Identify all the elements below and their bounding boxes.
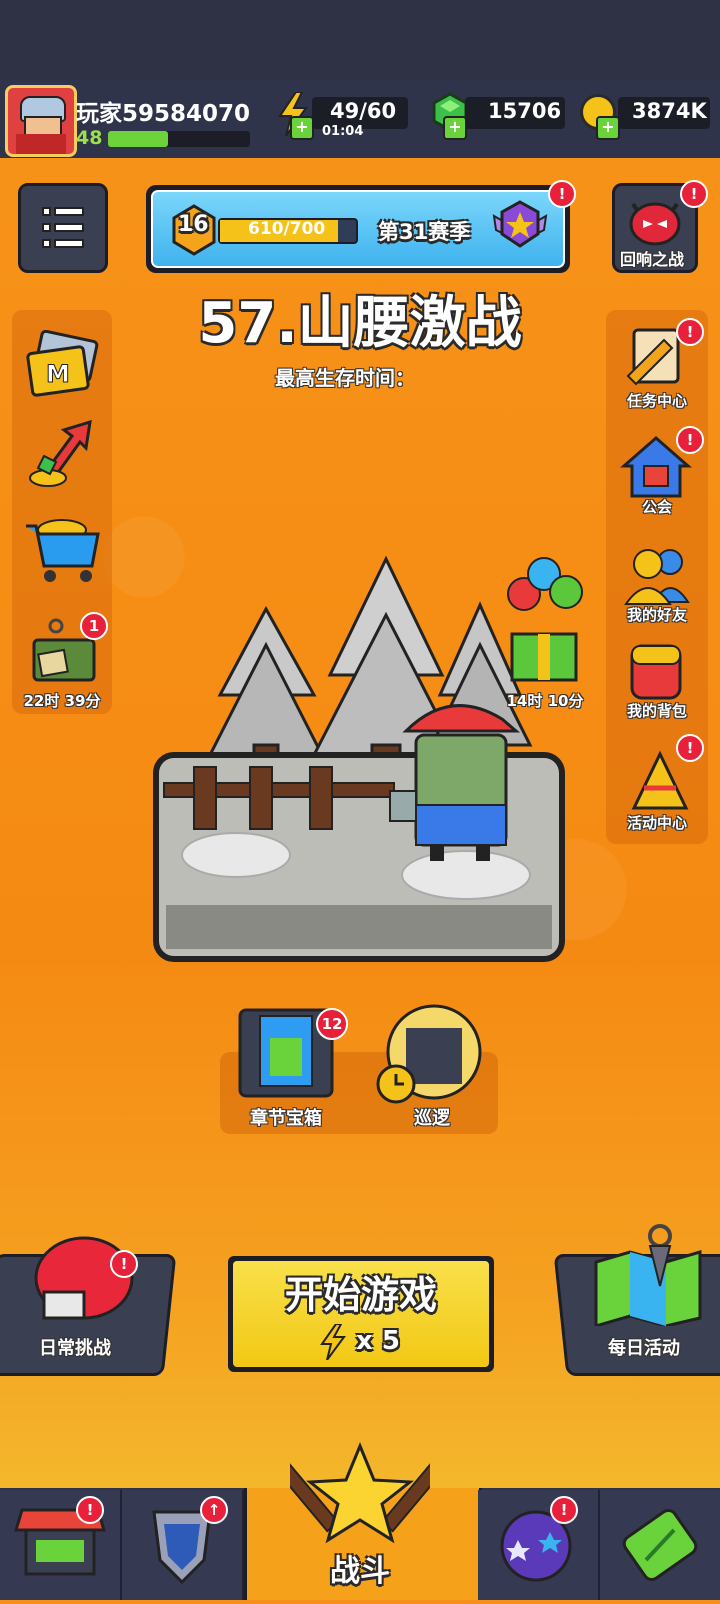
energy-value: 49/60 — [330, 99, 397, 123]
daily-event-label: 每日活动 — [608, 1338, 680, 1359]
player-name: 玩家59584070 — [76, 101, 251, 127]
nav-shop-badge: ! — [76, 1496, 104, 1524]
guild-badge: ! — [676, 426, 704, 454]
season-emblem-icon — [488, 196, 552, 260]
echo-battle-label: 回响之战 — [619, 250, 684, 269]
daily-challenge-badge: ! — [110, 1250, 138, 1278]
supply-crate-badge: 1 — [80, 612, 108, 640]
chapter-chest-label: 章节宝箱 — [250, 1108, 322, 1129]
player-level: 48 — [76, 127, 103, 149]
event-label: 活动中心 — [626, 814, 687, 832]
task-label: 任务中心 — [626, 392, 687, 410]
nav-battle-label: 战斗 — [330, 1554, 390, 1589]
coin-add-icon[interactable]: + — [596, 116, 620, 140]
balloon-gift-icon[interactable] — [502, 556, 588, 686]
nav-evolution[interactable] — [600, 1490, 720, 1600]
guild-label: 公会 — [641, 498, 672, 516]
coin-value: 3874K — [632, 99, 707, 123]
supply-crate-timer: 22时 39分 — [23, 692, 101, 710]
xp-bar — [108, 131, 250, 147]
energy-cost-icon — [320, 1323, 346, 1361]
growth-fund-icon[interactable] — [24, 416, 100, 492]
chapter-chest-badge: 12 — [316, 1008, 348, 1040]
map-icon — [590, 1222, 706, 1329]
nav-skills-badge: ! — [550, 1496, 578, 1524]
patrol-icon[interactable] — [376, 1004, 488, 1104]
daily-challenge-label: 日常挑战 — [39, 1338, 111, 1359]
season-progress-text: 610/700 — [248, 219, 326, 239]
season-label: 第31赛季 — [378, 220, 471, 244]
patrol-label: 巡逻 — [414, 1108, 450, 1129]
start-game-cost: x 5 — [356, 1326, 400, 1356]
nav-equipment-up-badge: ↑ — [200, 1496, 228, 1524]
svg-text:M: M — [46, 360, 70, 388]
friends-label: 我的好友 — [626, 606, 687, 624]
echo-battle-badge: ! — [680, 180, 708, 208]
gem-value: 15706 — [488, 99, 562, 123]
backpack-label: 我的背包 — [626, 702, 687, 720]
boxing-glove-icon — [30, 1234, 140, 1324]
energy-add-icon[interactable]: + — [290, 116, 314, 140]
event-badge: ! — [676, 734, 704, 762]
shop-cart-icon[interactable] — [22, 508, 102, 588]
gift-timer: 14时 10分 — [506, 692, 584, 710]
task-badge: ! — [676, 318, 704, 346]
friends-icon[interactable] — [620, 544, 692, 606]
battle-star-icon — [274, 1440, 446, 1550]
nav-skills[interactable] — [478, 1490, 600, 1600]
energy-timer: 01:04 — [322, 124, 364, 139]
system-status-bar — [0, 0, 720, 80]
gem-add-icon[interactable]: + — [443, 116, 467, 140]
orb-icon — [500, 1510, 572, 1582]
menu-button[interactable] — [18, 183, 108, 273]
season-alert-badge: ! — [548, 180, 576, 208]
backpack-icon[interactable] — [622, 638, 690, 702]
start-game-label: 开始游戏 — [284, 1273, 437, 1317]
avatar[interactable] — [5, 85, 77, 157]
membership-card-icon[interactable]: M — [24, 329, 100, 400]
list-icon — [42, 207, 84, 248]
dna-capsule-icon — [622, 1508, 698, 1582]
season-rank: 16 — [178, 212, 209, 237]
